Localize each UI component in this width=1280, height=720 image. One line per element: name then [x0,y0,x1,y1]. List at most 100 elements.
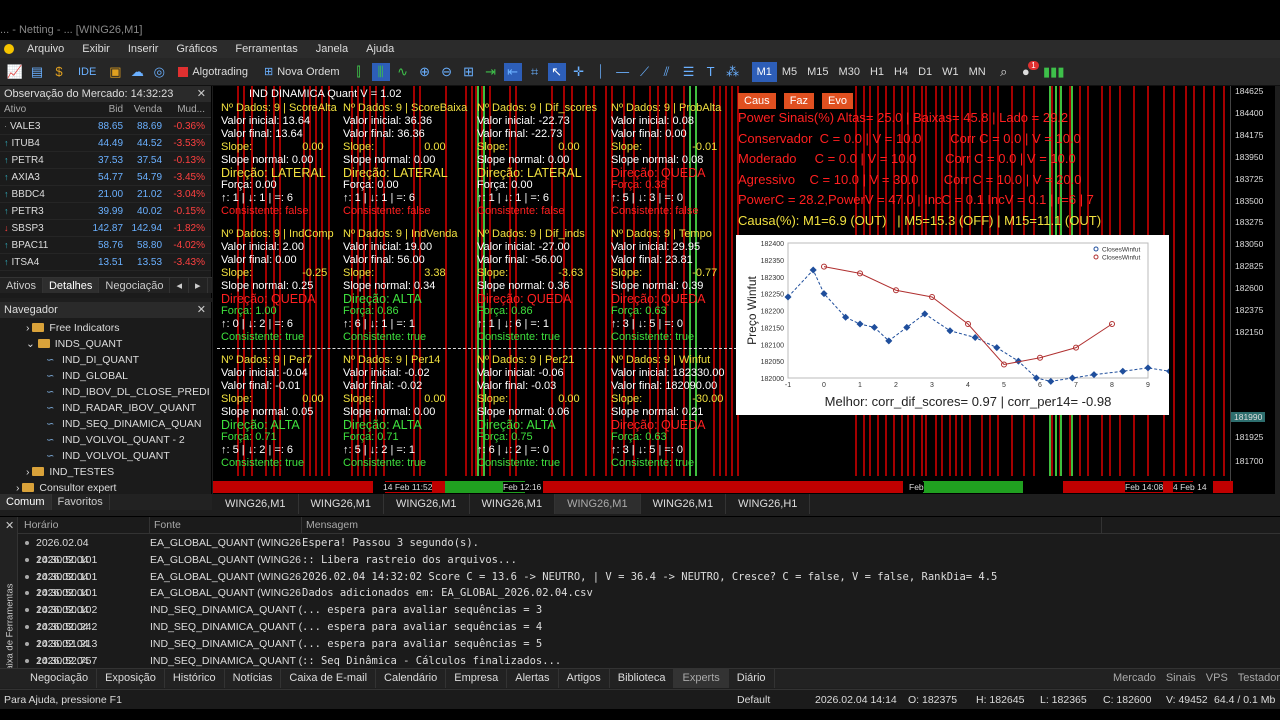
chart-tab-5[interactable]: WING26,M1 [641,494,727,514]
market-row[interactable]: ↑ ITSA4 13.51 13.53 -3.43% [0,254,211,271]
menu-item-2[interactable]: Inserir [119,43,168,55]
log-column-header[interactable]: Fonte [150,517,302,533]
dollar-icon[interactable]: $ [50,63,68,81]
search-icon[interactable]: ⌕ [995,63,1013,81]
templates-icon[interactable]: ▤ [28,63,46,81]
toolbox-tab-1[interactable]: Exposição [97,669,165,688]
line-chart-icon[interactable]: ∿ [394,63,412,81]
time-axis[interactable]: 14 Feb 11:52 Feb 12:16 Feb Feb 14:08 4 Feb 1… [213,481,1275,494]
autoscroll-icon[interactable]: ⇥ [482,63,500,81]
toolbox-tab-6[interactable]: Empresa [446,669,508,688]
signal-button-1[interactable]: Faz [783,93,815,109]
tab-scroll-left[interactable]: ◂ [170,278,190,293]
log-row[interactable]: 2026.02.04 14:30:50.242 IND_SEQ_DINAMICA_… [18,602,1280,633]
notifications-icon[interactable]: ● 1 [1017,60,1039,81]
log-row[interactable]: 2026.02.04 14:30:52.786IND_SEQ_DINAMICA_… [18,653,1280,683]
signal-button-2[interactable]: Evo [822,93,853,109]
navigator-item[interactable]: ⌄ INDS_QUANT [0,336,211,352]
chart-tab-4[interactable]: WING26,M1 [555,494,641,514]
navigator-item[interactable]: ∽ IND_DI_QUANT [0,352,211,368]
timeframe-w1[interactable]: W1 [937,62,964,82]
toolbox-tab-4[interactable]: Caixa de E-mail [281,669,377,688]
timeframe-mn[interactable]: MN [964,62,991,82]
toolbox-link-3[interactable]: Testador [1238,669,1280,687]
zoom-out-icon[interactable]: ⊖ [438,63,456,81]
log-row[interactable]: 2026.02.04 14:30:50.101 EA_GLOBAL_QUANT (… [18,569,1280,599]
column-header[interactable]: Mud... [162,102,211,117]
menu-item-0[interactable]: Arquivo [18,43,73,55]
menu-item-5[interactable]: Janela [307,43,357,55]
toolbox-tab-2[interactable]: Histórico [165,669,225,688]
chevron-icon[interactable]: ⌄ [26,338,38,350]
close-icon[interactable]: ✕ [5,519,14,532]
trendline-icon[interactable]: ⟋ [636,63,654,81]
market-row[interactable]: ↑ BPAC11 58.76 58.80 -4.02% [0,237,211,254]
horizontal-line-icon[interactable]: — [614,63,632,81]
navigator-item[interactable]: ∽ IND_RADAR_IBOV_QUANT [0,400,211,416]
screenshot-icon[interactable]: ⌗ [526,63,544,81]
tab-0[interactable]: Ativos [0,278,43,293]
market-row[interactable]: ↑ BBDC4 21.00 21.02 -3.04% [0,186,211,203]
menu-item-1[interactable]: Exibir [73,43,119,55]
chart-type-icon[interactable]: 📈 [6,63,24,81]
tab-scroll-right[interactable]: ▸ [189,278,208,293]
menu-item-3[interactable]: Gráficos [167,43,226,55]
column-header[interactable]: Ativo [0,102,68,117]
toolbox-tab-3[interactable]: Notícias [225,669,282,688]
navigator-tab-1[interactable]: Favoritos [52,494,110,510]
navigator-item[interactable]: ∽ IND_GLOBAL [0,368,211,384]
zoom-in-icon[interactable]: ⊕ [416,63,434,81]
signal-button-0[interactable]: Caus [738,93,776,109]
chart-tab-2[interactable]: WING26,M1 [384,494,470,514]
grid-icon[interactable]: ⊞ [460,63,478,81]
market-row[interactable]: ↑ PETR3 39.99 40.02 -0.15% [0,203,211,220]
timeframe-m15[interactable]: M15 [802,62,833,82]
chart-tab-3[interactable]: WING26,M1 [470,494,556,514]
timeframe-h4[interactable]: H4 [889,62,913,82]
navigator-tab-0[interactable]: Comum [0,494,52,510]
fibo-icon[interactable]: ☰ [680,63,698,81]
toolbox-tab-0[interactable]: Negociação [22,669,98,688]
menu-item-6[interactable]: Ajuda [357,43,403,55]
cloud-icon[interactable]: ☁ [128,63,146,81]
toolbox-tab-9[interactable]: Biblioteca [610,669,675,688]
market-row[interactable]: · VALE3 88.65 88.69 -0.36% [0,118,211,135]
market-row[interactable]: ↑ AXIA3 54.77 54.79 -3.45% [0,169,211,186]
log-row[interactable]: 2026.02.04 14:30:50.102 EA_GLOBAL_QUANT (… [18,585,1280,616]
market-row[interactable]: ↓ SBSP3 142.87 142.94 -1.82% [0,220,211,237]
ide-button[interactable]: IDE [72,62,102,82]
navigator-item[interactable]: ∽ IND_VOLVOL_QUANT [0,448,211,464]
navigator-item[interactable]: ∽ IND_VOLVOL_QUANT - 2 [0,432,211,448]
shapes-icon[interactable]: ⁂ [724,63,742,81]
vertical-line-icon[interactable]: ⏐ [592,63,610,81]
menu-item-4[interactable]: Ferramentas [226,43,306,55]
market-row[interactable]: ↑ ITUB4 44.49 44.52 -3.53% [0,135,211,152]
navigator-item[interactable]: › IND_TESTES [0,464,211,480]
navigator-item[interactable]: ∽ IND_SEQ_DINAMICA_QUAN [0,416,211,432]
log-row[interactable]: 2026.02.04 14:30:50.101 EA_GLOBAL_QUANT (… [18,535,1280,566]
toolbox-tab-8[interactable]: Artigos [559,669,610,688]
toolbox-link-1[interactable]: Sinais [1166,669,1196,687]
close-icon[interactable]: ✕ [197,302,206,318]
channel-icon[interactable]: ⫽ [658,63,676,81]
timeframe-h1[interactable]: H1 [865,62,889,82]
toolbox-tab-7[interactable]: Alertas [507,669,559,688]
log-column-header[interactable]: Horário [18,517,150,533]
market-row[interactable]: ↑ PETR4 37.53 37.54 -0.13% [0,152,211,169]
price-axis[interactable]: 184625 184400 184175 183950 183725 183500 1832… [1230,86,1275,494]
chart-area[interactable]: IND DINAMICA Quant V = 1.02 Nº Dados: 9 … [213,86,1275,494]
column-header[interactable]: Bid [68,102,123,117]
toolbox-tab-11[interactable]: Diário [729,669,775,688]
toolbox-tab-5[interactable]: Calendário [376,669,447,688]
new-order-button[interactable]: ⊞ Nova Ordem [258,62,346,82]
toolbox-link-0[interactable]: Mercado [1113,669,1156,687]
crosshair-icon[interactable]: ✛ [570,63,588,81]
close-icon[interactable]: ✕ [197,86,206,102]
timeframe-m5[interactable]: M5 [777,62,802,82]
timeframe-m30[interactable]: M30 [834,62,865,82]
bars-icon[interactable]: ⫿ [350,63,368,81]
timeframe-m1[interactable]: M1 [751,61,777,82]
log-column-header[interactable]: Mensagem [302,517,1102,533]
chart-tab-0[interactable]: WING26,M1 [213,494,299,514]
cursor-icon[interactable]: ↖ [547,62,566,81]
